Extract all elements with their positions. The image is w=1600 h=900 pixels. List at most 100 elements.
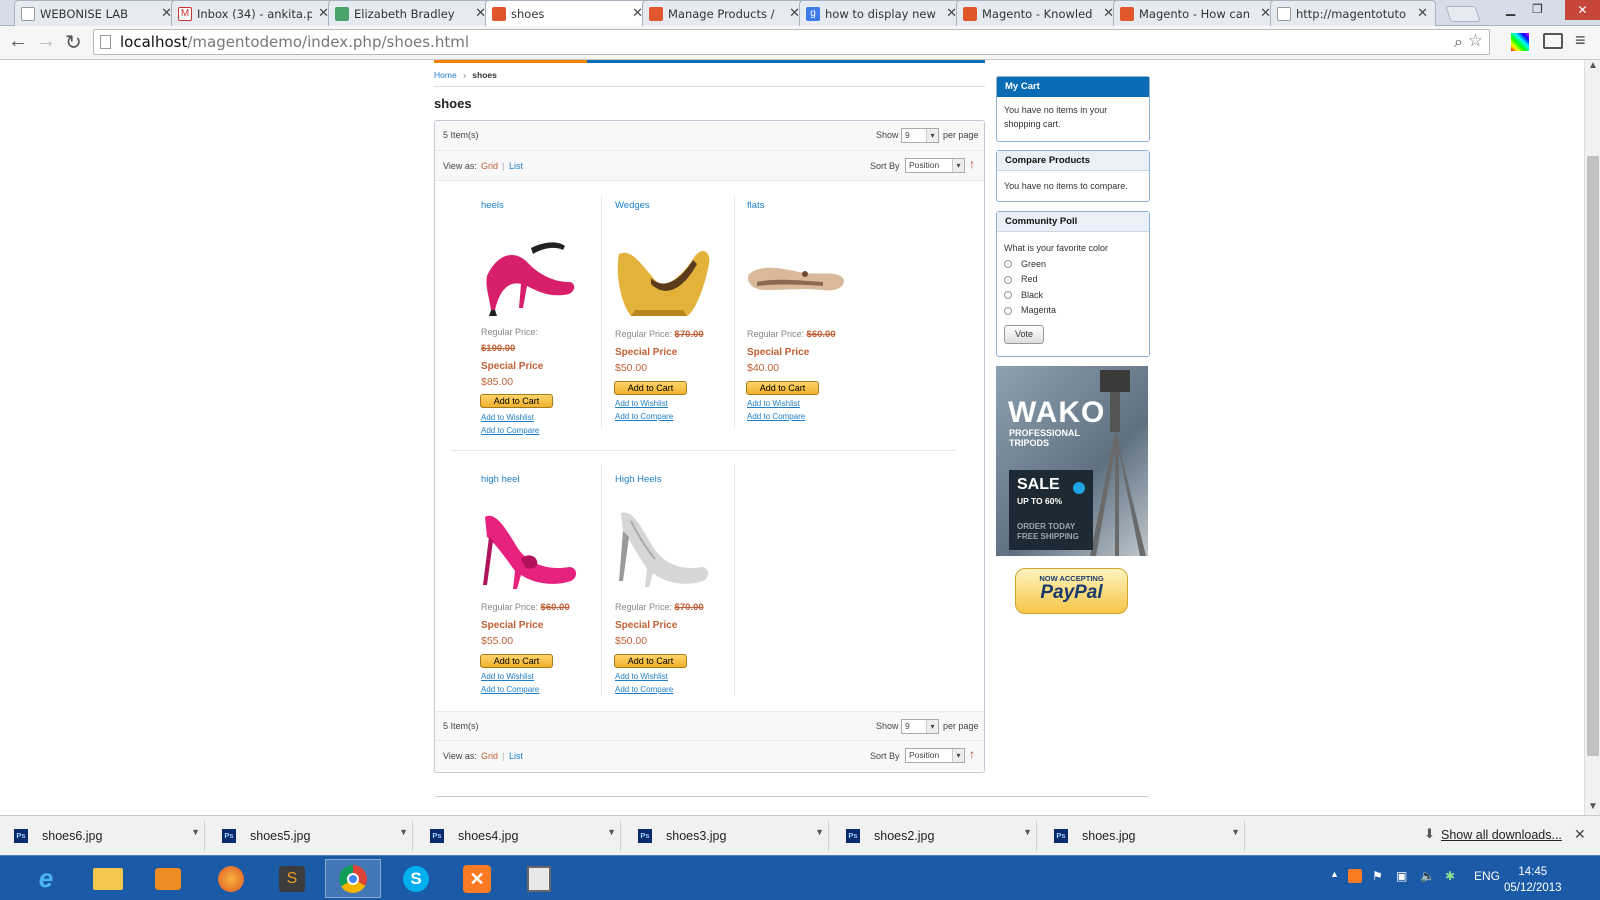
download-item[interactable]: Ps shoes.jpg ▼ (1042, 821, 1245, 851)
extension-icon[interactable] (1511, 33, 1529, 51)
product-image-heels[interactable] (477, 224, 583, 320)
chevron-down-icon[interactable]: ▼ (1023, 827, 1032, 837)
input-language[interactable]: ENG (1474, 869, 1500, 883)
system-clock[interactable]: 14:45 05/12/2013 (1504, 864, 1562, 896)
view-list-link[interactable]: List (509, 751, 523, 761)
download-item[interactable]: Ps shoes2.jpg ▼ (834, 821, 1037, 851)
add-to-wishlist-link[interactable]: Add to Wishlist (615, 399, 668, 408)
tab-elizabeth-bradley[interactable]: Elizabeth Bradley ✕ (328, 0, 494, 26)
download-item[interactable]: Ps shoes3.jpg ▼ (626, 821, 829, 851)
firefox-icon[interactable] (203, 859, 259, 898)
tab-inbox[interactable]: M Inbox (34) - ankita.p ✕ (171, 0, 337, 26)
sort-direction-icon[interactable]: ↑ (969, 157, 975, 171)
sublime-text-icon[interactable]: S (264, 859, 320, 898)
new-tab-button[interactable] (1445, 6, 1481, 22)
view-list-link[interactable]: List (509, 161, 523, 171)
add-to-compare-link[interactable]: Add to Compare (481, 685, 539, 694)
tab-webonise-lab[interactable]: WEBONISE LAB ✕ (14, 0, 180, 26)
radio-button[interactable] (1004, 306, 1012, 315)
poll-option[interactable]: Red (1004, 272, 1142, 288)
show-all-downloads-link[interactable]: Show all downloads... (1441, 828, 1562, 842)
radio-button[interactable] (1004, 260, 1012, 269)
tab-shoes[interactable]: shoes ✕ (485, 0, 651, 27)
add-to-cart-button[interactable]: Add to Cart (614, 381, 687, 395)
add-to-compare-link[interactable]: Add to Compare (481, 426, 539, 435)
tripod-ad-banner[interactable]: WAKO PROFESSIONAL TRIPODS SALE UP TO 60%… (996, 366, 1148, 556)
limiter-select[interactable]: 9 ▾ (901, 719, 939, 734)
add-to-cart-button[interactable]: Add to Cart (480, 654, 553, 668)
network-icon[interactable]: ▣ (1396, 869, 1407, 883)
poll-option[interactable]: Green (1004, 257, 1142, 273)
product-name[interactable]: flats (747, 200, 867, 211)
product-image-flats[interactable] (743, 224, 849, 320)
chevron-down-icon[interactable]: ▼ (191, 827, 200, 837)
chevron-down-icon[interactable]: ▼ (815, 827, 824, 837)
close-window-icon[interactable]: ✕ (1565, 0, 1600, 20)
scroll-up-icon[interactable]: ▲ (1588, 60, 1598, 71)
xampp-icon[interactable]: ✕ (449, 859, 505, 898)
sort-select[interactable]: Position ▾ (905, 748, 965, 763)
product-name[interactable]: Wedges (615, 200, 735, 211)
add-to-compare-link[interactable]: Add to Compare (615, 685, 673, 694)
internet-explorer-icon[interactable]: e (18, 859, 74, 898)
tab-magentotuto[interactable]: http://magentotuto ✕ (1270, 0, 1436, 26)
action-center-flag-icon[interactable]: ⚑ (1372, 869, 1383, 883)
tab-magento-knowledge[interactable]: Magento - Knowled ✕ (956, 0, 1122, 26)
skype-icon[interactable]: S (388, 859, 444, 898)
product-name[interactable]: high heel (481, 474, 601, 485)
volume-icon[interactable]: 🔈 (1420, 869, 1435, 883)
poll-option[interactable]: Magenta (1004, 303, 1142, 319)
sort-select[interactable]: Position ▾ (905, 158, 965, 173)
close-tab-icon[interactable]: ✕ (1417, 5, 1428, 21)
scroll-down-icon[interactable]: ▼ (1588, 801, 1598, 812)
view-grid[interactable]: Grid (481, 751, 498, 761)
product-name[interactable]: heels (481, 200, 601, 211)
add-to-compare-link[interactable]: Add to Compare (615, 412, 673, 421)
vertical-scrollbar[interactable]: ▲ ▼ (1584, 60, 1600, 815)
archive-manager-icon[interactable] (511, 859, 567, 898)
tab-how-to-display[interactable]: g how to display new ✕ (799, 0, 965, 26)
add-to-wishlist-link[interactable]: Add to Wishlist (747, 399, 800, 408)
add-to-cart-button[interactable]: Add to Cart (614, 654, 687, 668)
download-item[interactable]: Ps shoes5.jpg ▼ (210, 821, 413, 851)
back-icon[interactable]: ← (8, 30, 28, 53)
menu-icon[interactable]: ≡ (1575, 30, 1586, 51)
product-image-high-heel[interactable] (477, 497, 583, 593)
address-bar[interactable]: localhost/magentodemo/index.php/shoes.ht… (93, 29, 1490, 55)
scrollbar-thumb[interactable] (1587, 156, 1599, 756)
tab-magento-how-can[interactable]: Magento - How can ✕ (1113, 0, 1279, 26)
download-item[interactable]: Ps shoes6.jpg ▼ (2, 821, 205, 851)
reload-icon[interactable]: ↻ (65, 30, 82, 55)
limiter-select[interactable]: 9 ▾ (901, 128, 939, 143)
sort-direction-icon[interactable]: ↑ (969, 747, 975, 761)
close-icon[interactable]: ✕ (1574, 826, 1586, 843)
add-to-cart-button[interactable]: Add to Cart (480, 394, 553, 408)
chrome-icon[interactable] (325, 859, 381, 898)
tab-manage-products[interactable]: Manage Products / ✕ (642, 0, 808, 26)
chevron-down-icon[interactable]: ▼ (607, 827, 616, 837)
product-name[interactable]: High Heels (615, 474, 735, 485)
xampp-tray-icon[interactable] (1348, 869, 1362, 883)
bookmark-star-icon[interactable]: ☆ (1468, 31, 1483, 51)
poll-option[interactable]: Black (1004, 288, 1142, 304)
chevron-down-icon[interactable]: ▼ (399, 827, 408, 837)
chevron-down-icon[interactable]: ▼ (1231, 827, 1240, 837)
add-to-wishlist-link[interactable]: Add to Wishlist (481, 413, 534, 422)
media-player-icon[interactable] (140, 859, 196, 898)
breadcrumb-home[interactable]: Home (434, 70, 457, 80)
radio-button[interactable] (1004, 275, 1012, 284)
security-tray-icon[interactable]: ✱ (1445, 869, 1455, 883)
radio-button[interactable] (1004, 291, 1012, 300)
download-item[interactable]: Ps shoes4.jpg ▼ (418, 821, 621, 851)
add-to-cart-button[interactable]: Add to Cart (746, 381, 819, 395)
product-image-wedges[interactable] (611, 224, 717, 320)
add-to-wishlist-link[interactable]: Add to Wishlist (481, 672, 534, 681)
minimize-icon[interactable]: ▁ (1506, 2, 1515, 16)
file-explorer-icon[interactable] (80, 859, 136, 898)
add-to-wishlist-link[interactable]: Add to Wishlist (615, 672, 668, 681)
view-grid[interactable]: Grid (481, 161, 498, 171)
add-to-compare-link[interactable]: Add to Compare (747, 412, 805, 421)
search-icon[interactable]: ⌕ (1454, 32, 1463, 52)
forward-icon[interactable]: → (36, 30, 56, 53)
show-hidden-icons-icon[interactable]: ▲ (1330, 869, 1339, 879)
